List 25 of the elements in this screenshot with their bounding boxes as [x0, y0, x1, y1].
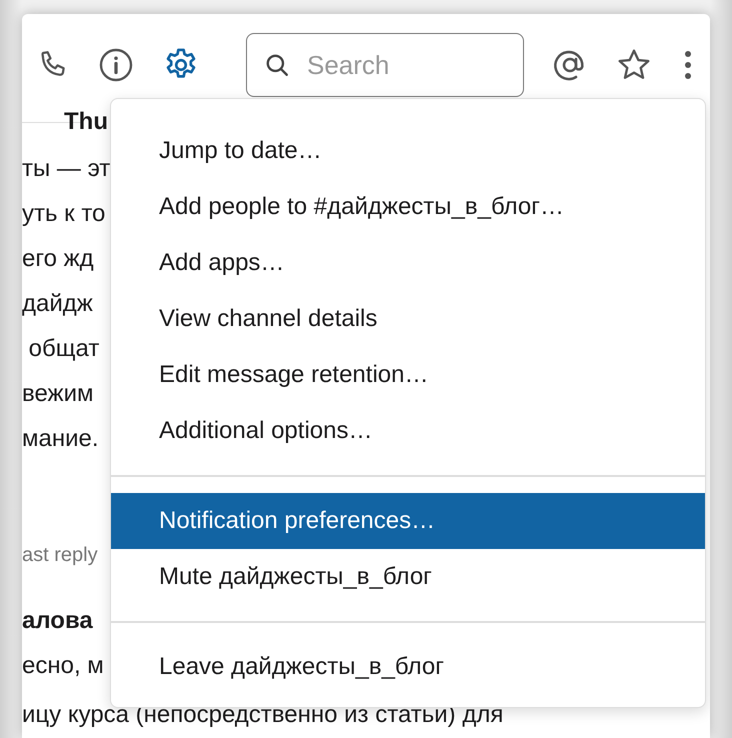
menu-item[interactable]: Leave дайджесты_в_блог	[111, 639, 705, 695]
menu-item[interactable]: View channel details	[111, 291, 705, 347]
message-text: общат	[28, 334, 100, 364]
info-icon[interactable]	[98, 47, 134, 83]
author-name: алова	[22, 606, 93, 636]
menu-item[interactable]: Edit message retention…	[111, 347, 705, 403]
message-text: дайдж	[22, 289, 93, 319]
menu-item[interactable]: Add people to #дайджесты_в_блог…	[111, 179, 705, 235]
message-text: ты — эт	[22, 154, 110, 184]
search-field[interactable]: Search	[246, 33, 524, 97]
menu-item[interactable]: Mute дайджесты_в_блог	[111, 549, 705, 605]
message-text: есно, м	[22, 651, 104, 681]
message-text: вежим	[22, 379, 94, 409]
message-text: уть к то	[22, 199, 106, 229]
menu-item[interactable]: Add apps…	[111, 235, 705, 291]
search-icon	[264, 52, 290, 78]
menu-item[interactable]: Additional options…	[111, 403, 705, 459]
more-icon[interactable]	[684, 50, 692, 80]
message-text: его жд	[22, 244, 94, 274]
menu-item[interactable]: Jump to date…	[111, 123, 705, 179]
message-text: ицу курса (непосредственно из статьи) для	[22, 700, 504, 730]
message-text: мание.	[22, 424, 99, 454]
reply-info: ast reply	[22, 543, 98, 568]
date-divider-label: Thu	[64, 108, 108, 136]
menu-item[interactable]: Notification preferences…	[111, 493, 705, 549]
